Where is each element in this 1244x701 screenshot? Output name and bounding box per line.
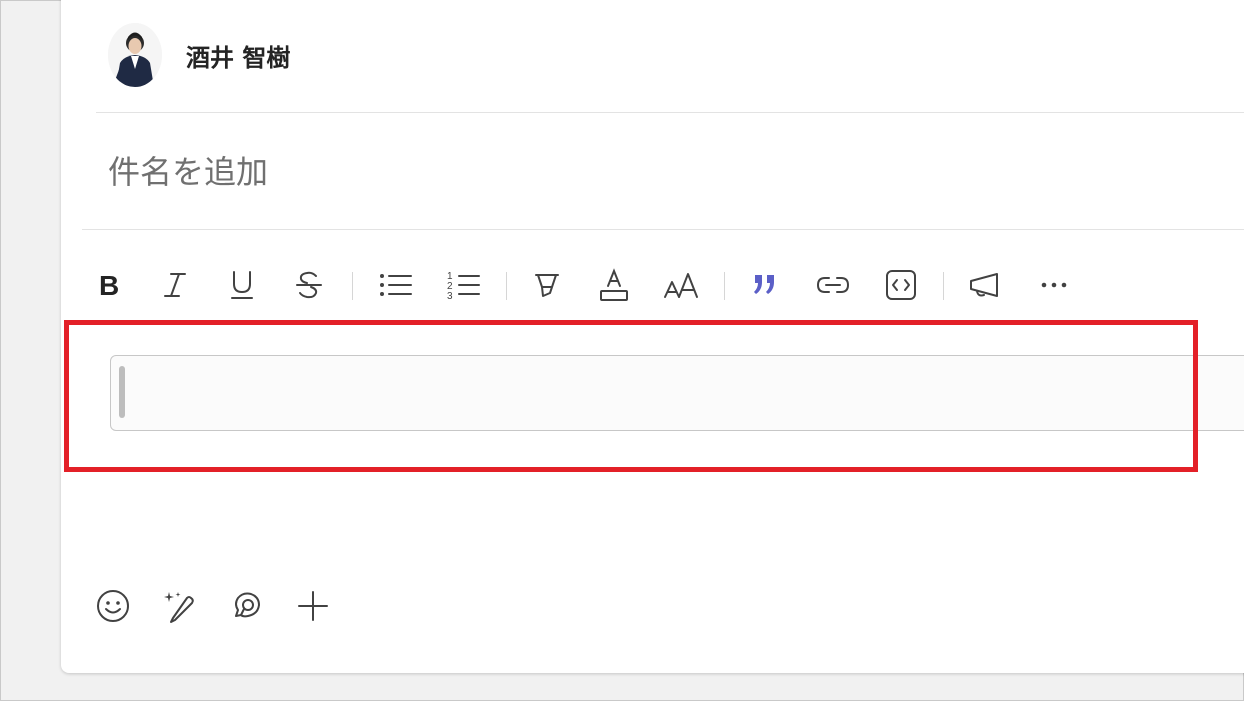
emoji-icon[interactable]	[92, 584, 134, 628]
subject-input[interactable]	[108, 150, 1208, 194]
compose-card	[61, 0, 1244, 673]
loop-icon[interactable]	[225, 584, 267, 628]
divider	[96, 112, 1244, 113]
strikethrough-icon[interactable]	[288, 262, 330, 308]
person-avatar[interactable]	[108, 23, 162, 87]
message-body-editor[interactable]	[110, 355, 1244, 431]
divider	[82, 229, 1244, 230]
toolbar-separator	[506, 272, 507, 300]
toolbar-separator	[352, 272, 353, 300]
code-icon[interactable]	[880, 262, 922, 308]
svg-text:B: B	[99, 270, 119, 300]
copilot-pen-icon[interactable]	[158, 584, 200, 628]
toolbar-separator	[943, 272, 944, 300]
underline-icon[interactable]	[221, 262, 263, 308]
font-color-icon[interactable]	[593, 262, 635, 308]
link-icon[interactable]	[812, 262, 854, 308]
add-icon[interactable]	[292, 584, 334, 628]
more-icon[interactable]	[1033, 262, 1075, 308]
toolbar-separator	[724, 272, 725, 300]
sender-header: 酒井 智樹	[108, 22, 290, 88]
numbered-list-icon[interactable]: 123	[442, 262, 484, 308]
announcement-icon[interactable]	[964, 262, 1006, 308]
sender-name: 酒井 智樹	[186, 43, 291, 72]
quote-icon[interactable]	[744, 262, 786, 308]
text-cursor	[119, 366, 125, 418]
font-size-icon[interactable]	[660, 262, 702, 308]
bulleted-list-icon[interactable]	[374, 262, 416, 308]
bold-icon[interactable]: B	[88, 262, 130, 308]
svg-text:3: 3	[447, 291, 453, 302]
italic-icon[interactable]	[154, 262, 196, 308]
highlight-icon[interactable]	[526, 262, 568, 308]
